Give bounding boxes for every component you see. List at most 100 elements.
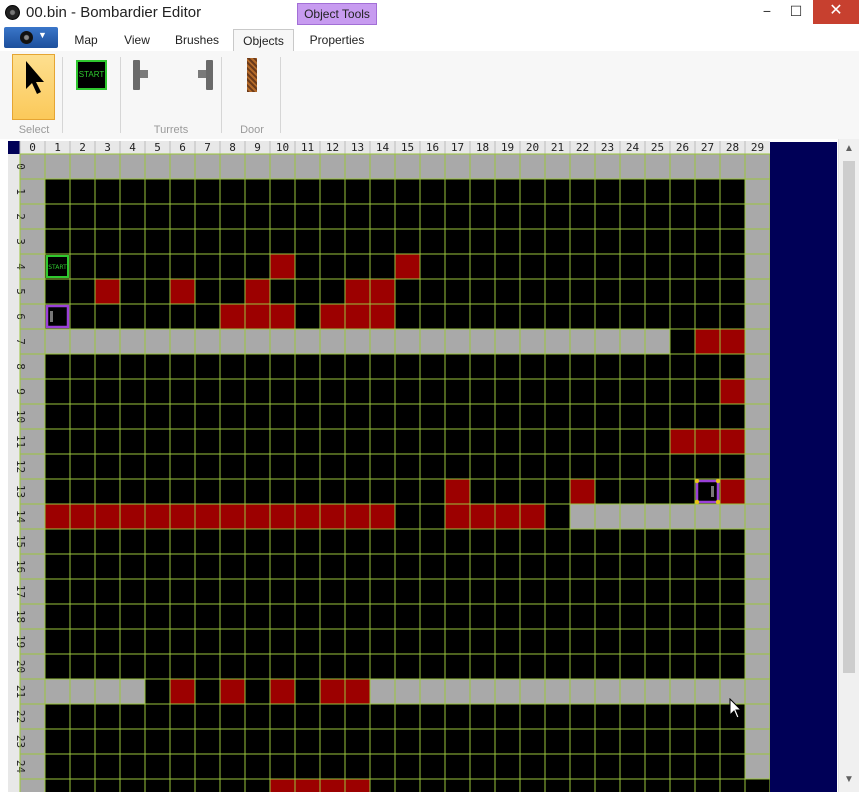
map-tile: [95, 454, 120, 479]
map-tile: [645, 704, 670, 729]
map-grid[interactable]: 0 1 2 3 4 5 6 7 8 9 10 11 12 13 14 15 16 17 18 19 20 21 22 23 24…: [0, 139, 770, 792]
map-tile: [620, 279, 645, 304]
map-tile: [195, 254, 220, 279]
tab-map[interactable]: Map: [62, 29, 110, 51]
map-tile: [120, 679, 145, 704]
map-tile: [320, 254, 345, 279]
map-tile: [370, 404, 395, 429]
minimize-button[interactable]: −: [752, 0, 782, 24]
map-tile: [695, 604, 720, 629]
map-tile: [170, 629, 195, 654]
map-tile: [470, 779, 495, 792]
map-tile: [695, 704, 720, 729]
map-tile: [320, 329, 345, 354]
map-tile: [295, 579, 320, 604]
map-tile: [320, 304, 345, 329]
map-tile: [220, 704, 245, 729]
column-label: 3: [104, 141, 111, 154]
scroll-down-arrow-icon[interactable]: ▼: [839, 772, 859, 788]
map-tile: [395, 779, 420, 792]
map-tile: [470, 604, 495, 629]
map-tile: [670, 429, 695, 454]
map-tile: [120, 204, 145, 229]
column-label: 22: [576, 141, 589, 154]
map-tile: [170, 429, 195, 454]
map-tile: [720, 604, 745, 629]
map-tile: [145, 179, 170, 204]
map-tile: [620, 779, 645, 792]
map-tile: [345, 379, 370, 404]
map-tile: [120, 504, 145, 529]
map-tile: [95, 229, 120, 254]
map-tile: [470, 654, 495, 679]
map-tile: [545, 754, 570, 779]
map-tile: [570, 154, 595, 179]
map-tile: [720, 254, 745, 279]
tab-objects[interactable]: Objects: [233, 29, 294, 52]
map-tile: [120, 404, 145, 429]
map-tile: [745, 454, 770, 479]
map-tile: [295, 354, 320, 379]
selection-handle: [715, 478, 721, 484]
map-tile: [295, 379, 320, 404]
select-tool-button[interactable]: [12, 54, 55, 120]
map-tile: [45, 529, 70, 554]
app-menu-button[interactable]: ▼: [4, 27, 58, 48]
turret-right-tool-button[interactable]: [196, 59, 214, 91]
tab-view[interactable]: View: [112, 29, 162, 51]
map-tile: [345, 729, 370, 754]
map-tile: [45, 479, 70, 504]
door-tool-button[interactable]: [247, 58, 257, 92]
turret-left-tool-button[interactable]: [132, 59, 150, 91]
map-tile: [145, 729, 170, 754]
map-tile: [370, 204, 395, 229]
map-tile: [520, 354, 545, 379]
map-tile: [120, 529, 145, 554]
map-tile: [220, 429, 245, 454]
map-tile: [520, 504, 545, 529]
map-tile: [395, 704, 420, 729]
map-tile: [420, 404, 445, 429]
map-tile: [145, 204, 170, 229]
map-tile: [545, 154, 570, 179]
map-tile: [320, 779, 345, 792]
map-tile: [320, 454, 345, 479]
map-editor-area[interactable]: 0 1 2 3 4 5 6 7 8 9 10 11 12 13 14 15 16 17 18 19 20 21 22 23 24…: [0, 139, 859, 792]
map-tile: [720, 479, 745, 504]
start-tool-button[interactable]: START: [76, 60, 107, 90]
vertical-scrollbar[interactable]: ▲ ▼: [838, 139, 859, 792]
map-tile: [145, 329, 170, 354]
map-tile: [220, 279, 245, 304]
tab-brushes[interactable]: Brushes: [166, 29, 228, 51]
map-tile: [45, 304, 70, 329]
map-tile: [645, 354, 670, 379]
scroll-up-arrow-icon[interactable]: ▲: [839, 141, 859, 157]
map-tile: [545, 629, 570, 654]
map-tile: [695, 254, 720, 279]
map-tile: [670, 279, 695, 304]
map-tile: [695, 354, 720, 379]
map-tile: [170, 329, 195, 354]
map-tile: [395, 654, 420, 679]
scrollbar-thumb[interactable]: [843, 161, 855, 673]
map-tile: [620, 629, 645, 654]
turret-icon: [133, 60, 148, 90]
map-tile: [70, 454, 95, 479]
map-tile: [170, 729, 195, 754]
map-tile: [220, 479, 245, 504]
map-tile: [595, 304, 620, 329]
map-tile: [745, 254, 770, 279]
ribbon-panel: Select START Turrets Door: [0, 51, 859, 140]
map-tile: [620, 579, 645, 604]
map-tile: [520, 329, 545, 354]
tab-properties[interactable]: Properties: [300, 29, 374, 51]
map-tile: [145, 629, 170, 654]
map-tile: [70, 679, 95, 704]
map-tile: [420, 679, 445, 704]
map-tile: [45, 704, 70, 729]
map-tile: [195, 354, 220, 379]
map-tile: [570, 629, 595, 654]
close-button[interactable]: ✕: [813, 0, 859, 24]
map-tile: [520, 729, 545, 754]
maximize-button[interactable]: ☐: [781, 0, 811, 24]
